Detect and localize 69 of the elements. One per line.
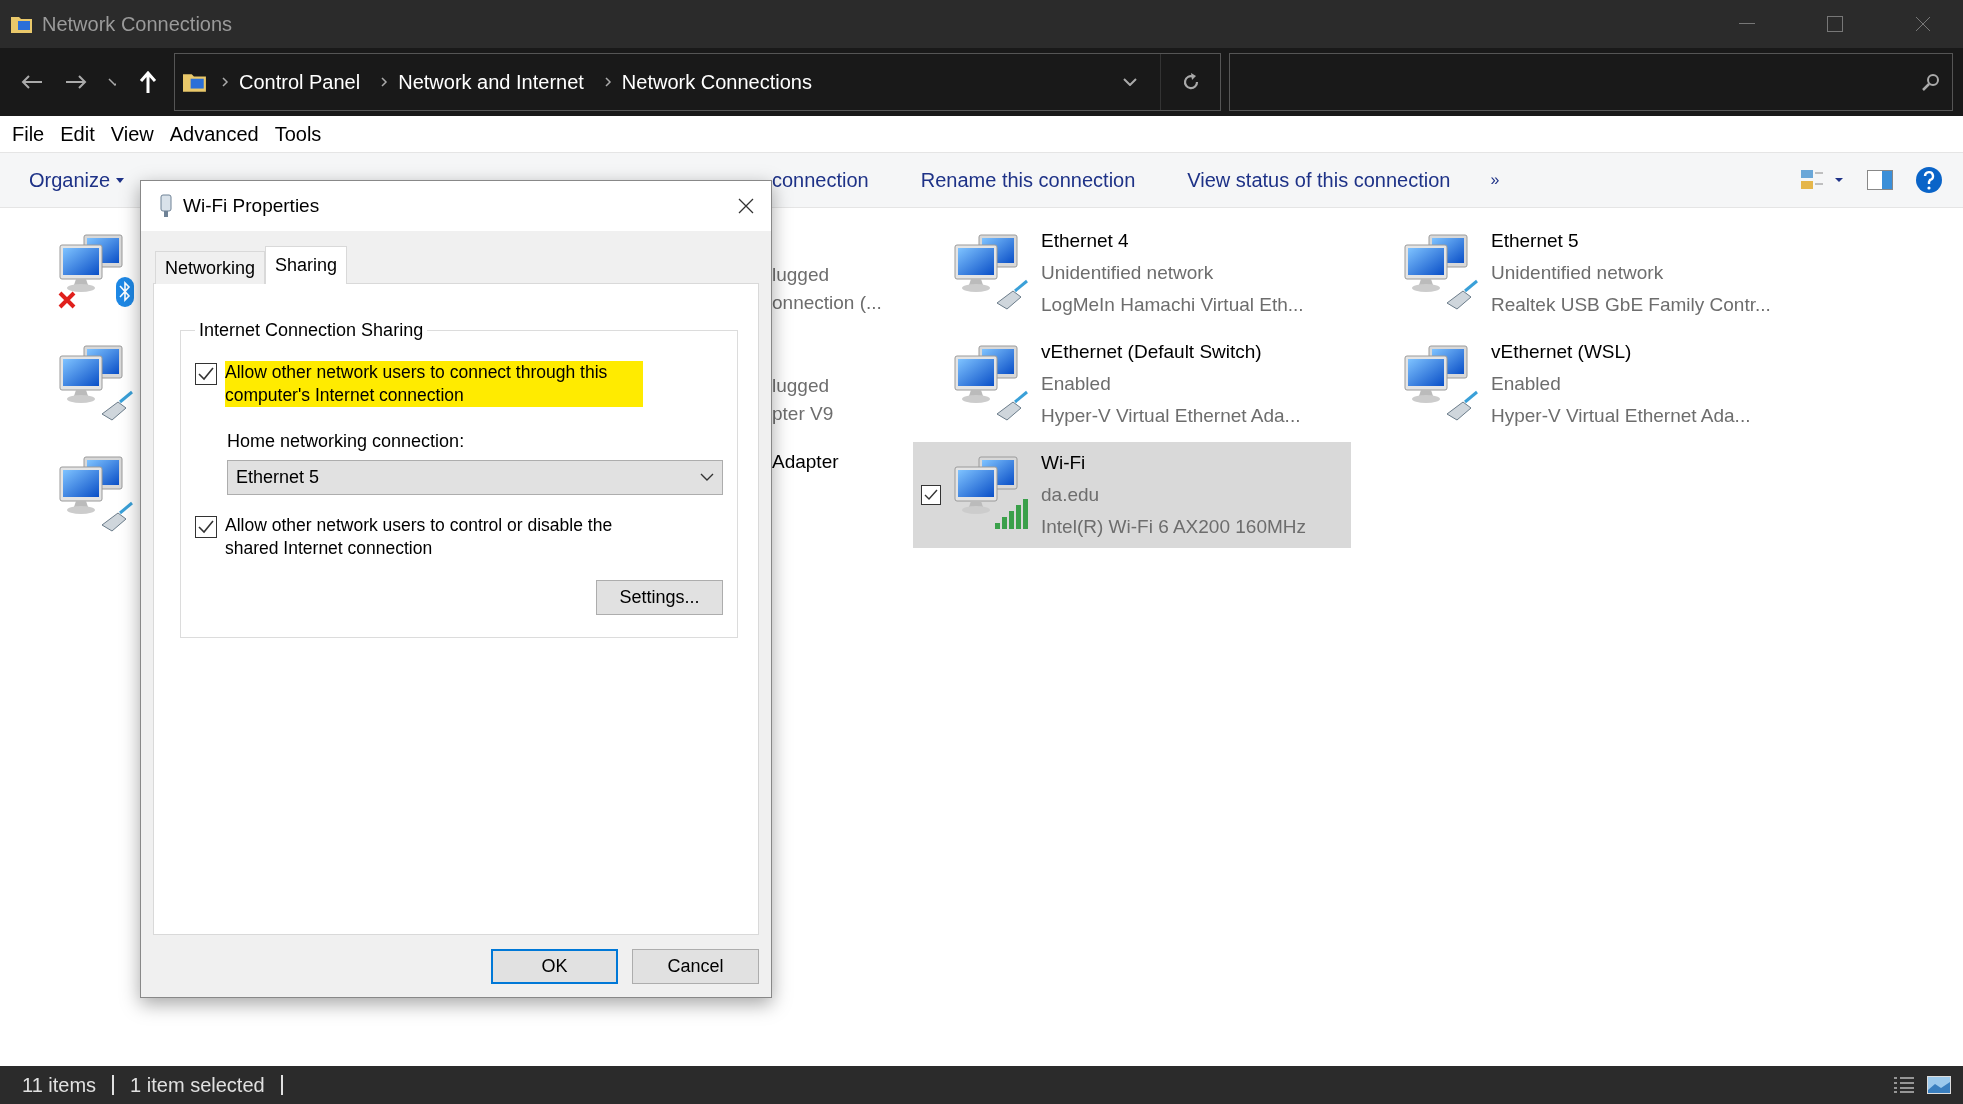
large-icons-view-icon[interactable] xyxy=(1927,1076,1951,1094)
search-field[interactable] xyxy=(1229,53,1953,111)
connection-status: Enabled xyxy=(1491,372,1562,396)
adapter-name: Hyper-V Virtual Ethernet Ada... xyxy=(1491,404,1751,428)
dialog-button[interactable]: Cancel xyxy=(632,949,759,984)
selection-count: 1 item selected xyxy=(130,1075,283,1095)
adapter-name: onnection (... xyxy=(772,291,883,315)
option-label: Allow other network users to connect through this computer's Internet connection xyxy=(225,361,643,407)
sharing-checkbox[interactable] xyxy=(195,363,217,385)
breadcrumb-link[interactable]: Control Panel xyxy=(231,70,369,94)
adapter-name: Intel(R) Wi-Fi 6 AX200 160MHz xyxy=(1041,515,1307,539)
toolbar-command[interactable]: Rename this connection xyxy=(920,168,1136,192)
dialog-button[interactable]: OK xyxy=(491,949,618,984)
preview-pane-icon[interactable] xyxy=(1867,170,1893,190)
forward-arrow-icon xyxy=(65,74,87,90)
sharing-checkbox[interactable] xyxy=(195,516,217,539)
search-icon xyxy=(1922,73,1940,91)
toolbar-command[interactable]: View status of this connection xyxy=(1187,168,1451,192)
up-arrow-icon xyxy=(139,71,157,93)
connection-name: Ethernet 4 xyxy=(1041,229,1130,253)
group-title: Internet Connection Sharing xyxy=(198,320,425,341)
item-checkbox[interactable] xyxy=(921,485,941,505)
adapter-name: Hyper-V Virtual Ethernet Ada... xyxy=(1041,404,1301,428)
menu-item[interactable]: View xyxy=(102,122,162,146)
field-label: Home networking connection: xyxy=(227,431,466,452)
menu-item[interactable]: Advanced xyxy=(161,122,267,146)
organize-menu-button[interactable]: Organize xyxy=(29,168,125,192)
adapter-name: pter V9 xyxy=(772,402,835,426)
adapter-name: Realtek USB GbE Family Contr... xyxy=(1491,293,1771,317)
connection-name: Adapter xyxy=(772,450,840,474)
view-options-icon[interactable] xyxy=(1801,170,1845,190)
item-count: 11 items xyxy=(22,1075,115,1095)
back-arrow-icon xyxy=(21,74,43,90)
settings-button[interactable]: Settings... xyxy=(596,580,723,615)
option-label: Allow other network users to control or disable the shared Internet connection xyxy=(225,514,614,561)
dialog-tab[interactable]: Networking xyxy=(155,251,266,284)
connection-status: Unidentified network xyxy=(1041,261,1215,285)
chevron-right-icon xyxy=(219,75,231,89)
close-icon xyxy=(738,198,754,214)
menu-item[interactable]: File xyxy=(4,122,53,146)
help-icon[interactable] xyxy=(1915,166,1943,194)
adapter-name: LogMeIn Hamachi Virtual Eth... xyxy=(1041,293,1304,317)
caret-icon xyxy=(116,177,125,183)
close-icon xyxy=(1915,16,1931,32)
dialog-title: Wi-Fi Properties xyxy=(183,195,321,217)
connection-name: vEthernet (WSL) xyxy=(1491,340,1633,364)
menu-item[interactable]: Edit xyxy=(52,122,103,146)
maximize-icon xyxy=(1827,16,1843,32)
toolbar-command[interactable]: connection xyxy=(772,168,869,192)
connection-status: lugged xyxy=(772,263,831,287)
connection-status: Enabled xyxy=(1041,372,1112,396)
connection-name: Wi-Fi xyxy=(1041,451,1087,475)
selected-connection[interactable]: Wi-Fi da.edu Intel(R) Wi-Fi 6 AX200 160MHz xyxy=(913,442,1351,548)
menu-item[interactable]: Tools xyxy=(266,122,330,146)
breadcrumb-link[interactable]: Network and Internet xyxy=(390,70,592,94)
minimize-icon xyxy=(1739,23,1755,25)
checkmark-icon xyxy=(923,488,939,502)
connection-status: lugged xyxy=(772,374,831,398)
details-view-icon[interactable] xyxy=(1893,1076,1915,1094)
breadcrumb-link[interactable]: Network Connections xyxy=(613,70,820,94)
wireless-adapter-icon xyxy=(159,194,173,218)
home-connection-dropdown[interactable]: Ethernet 5 xyxy=(227,460,723,495)
connection-status: Unidentified network xyxy=(1491,261,1665,285)
window-title: Network Connections xyxy=(42,12,234,36)
connection-name: Ethernet 5 xyxy=(1491,229,1580,253)
more-commands-button[interactable]: » xyxy=(1490,171,1500,189)
connection-name: vEthernet (Default Switch) xyxy=(1041,340,1263,364)
dialog-tab[interactable]: Sharing xyxy=(265,246,348,284)
connection-status: da.edu xyxy=(1041,483,1101,507)
